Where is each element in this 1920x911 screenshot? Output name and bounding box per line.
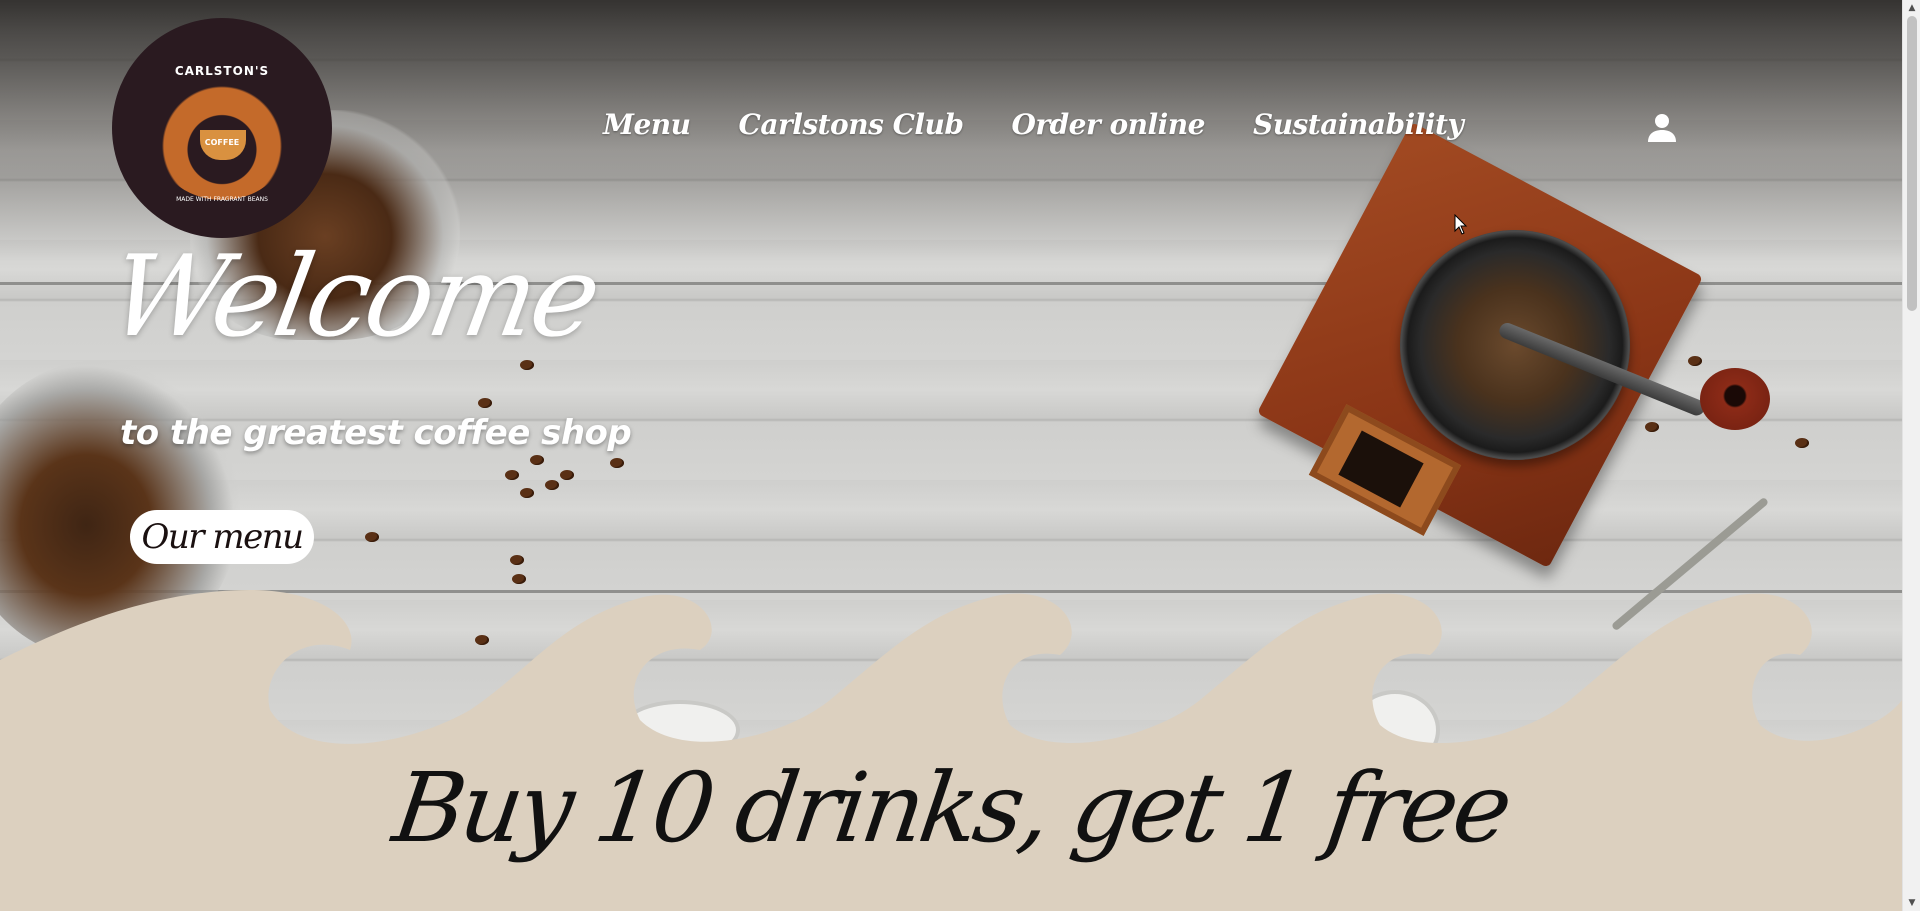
wave-divider — [0, 590, 1902, 770]
coffee-bean — [505, 470, 519, 480]
coffee-bean — [520, 488, 534, 498]
scroll-thumb[interactable] — [1907, 16, 1917, 311]
coffee-bean — [365, 532, 379, 542]
our-menu-button[interactable]: Our menu — [130, 510, 314, 564]
page-scrollbar[interactable]: ▲ ▼ — [1902, 0, 1920, 911]
scroll-up-icon[interactable]: ▲ — [1903, 0, 1920, 16]
coffee-bean — [1688, 356, 1702, 366]
coffee-bean — [530, 455, 544, 465]
brand-logo[interactable]: CARLSTON'S COFFEE MADE WITH FRAGRANT BEA… — [112, 18, 332, 238]
nav-item-order-online[interactable]: Order online — [1011, 108, 1205, 141]
coffee-bean — [1795, 438, 1809, 448]
user-icon[interactable] — [1646, 112, 1678, 144]
logo-tagline: MADE WITH FRAGRANT BEANS — [176, 196, 268, 203]
logo-brand-name: CARLSTON'S — [174, 64, 270, 78]
nav-item-carlstons-club[interactable]: Carlstons Club — [739, 108, 964, 141]
coffee-bean — [512, 574, 526, 584]
hero-title: Welcome — [100, 232, 607, 362]
nav-item-menu[interactable]: Menu — [603, 108, 691, 141]
coffee-bean — [610, 458, 624, 468]
logo-badge-text: COFFEE — [204, 138, 240, 147]
grinder-knob-image — [1700, 368, 1770, 430]
coffee-bean — [560, 470, 574, 480]
grinder-bowl-image — [1400, 230, 1630, 460]
coffee-bean — [510, 555, 524, 565]
coffee-bean — [545, 480, 559, 490]
coffee-bean — [1645, 422, 1659, 432]
nav-item-sustainability[interactable]: Sustainability — [1253, 108, 1464, 141]
coffee-bean — [478, 398, 492, 408]
promo-heading: Buy 10 drinks, get 1 free — [387, 752, 1515, 864]
scroll-down-icon[interactable]: ▼ — [1903, 895, 1920, 911]
mouse-cursor-icon — [1454, 214, 1468, 235]
hero-subtitle: to the greatest coffee shop — [120, 413, 632, 453]
main-nav: Menu Carlstons Club Order online Sustain… — [603, 108, 1464, 141]
